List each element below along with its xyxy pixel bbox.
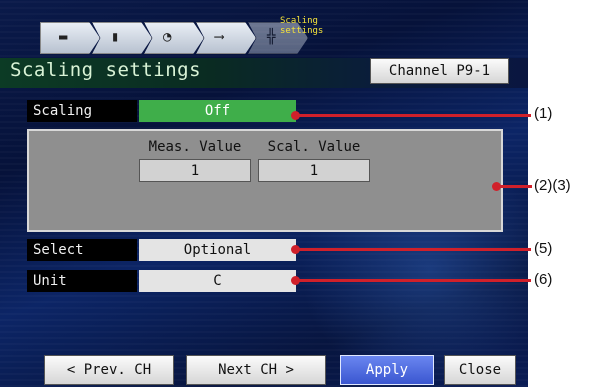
callout-5-label: (5) bbox=[534, 240, 553, 257]
callout-5-line bbox=[295, 248, 531, 251]
meter-bar-icon: ▮ bbox=[111, 29, 120, 45]
close-button[interactable]: Close bbox=[444, 355, 516, 385]
callout-23-line bbox=[496, 185, 532, 188]
breadcrumb-current-label: Scaling settings bbox=[280, 16, 324, 36]
prev-channel-button[interactable]: < Prev. CH bbox=[44, 355, 174, 385]
grid-icon: ╬ bbox=[267, 29, 276, 45]
probe-icon: ⟶ bbox=[215, 29, 224, 45]
scal-value-input[interactable]: 1 bbox=[258, 159, 370, 182]
next-channel-button[interactable]: Next CH > bbox=[186, 355, 326, 385]
select-label: Select bbox=[27, 239, 137, 261]
callout-23-label: (2)(3) bbox=[534, 177, 571, 194]
unit-input[interactable]: C bbox=[139, 270, 296, 292]
breadcrumb-item-meter[interactable]: ▮ bbox=[92, 22, 152, 54]
unit-label: Unit bbox=[27, 270, 137, 292]
scaling-toggle[interactable]: Off bbox=[139, 100, 296, 122]
settings-screen: ▬ ▮ ◔ ⟶ ╬ Scaling settings Scaling setti… bbox=[0, 0, 528, 387]
meas-value-input[interactable]: 1 bbox=[139, 159, 251, 182]
breadcrumb-item-dial[interactable]: ◔ bbox=[144, 22, 204, 54]
page-title: Scaling settings bbox=[10, 59, 202, 81]
callout-1-label: (1) bbox=[534, 105, 553, 122]
breadcrumb-item-monitor[interactable]: ▬ bbox=[40, 22, 100, 54]
callout-1-line bbox=[295, 114, 531, 117]
monitor-icon: ▬ bbox=[59, 29, 68, 45]
select-dropdown[interactable]: Optional bbox=[139, 239, 296, 261]
channel-button[interactable]: Channel P9-1 bbox=[370, 58, 509, 84]
meas-value-header: Meas. Value bbox=[148, 139, 242, 155]
scal-value-header: Scal. Value bbox=[267, 139, 361, 155]
scaling-label: Scaling bbox=[27, 100, 137, 122]
callout-6-line bbox=[295, 279, 531, 282]
callout-6-label: (6) bbox=[534, 271, 553, 288]
apply-button[interactable]: Apply bbox=[340, 355, 434, 385]
breadcrumb-item-probe[interactable]: ⟶ bbox=[196, 22, 256, 54]
dial-icon: ◔ bbox=[163, 29, 172, 45]
breadcrumb: ▬ ▮ ◔ ⟶ ╬ Scaling settings bbox=[40, 16, 340, 54]
